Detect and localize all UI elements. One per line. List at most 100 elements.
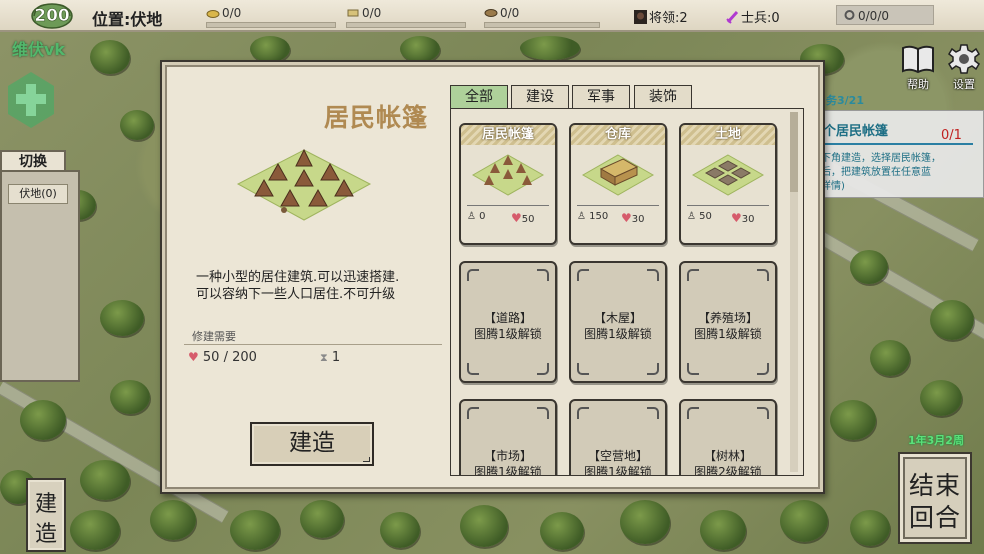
person-icon: ♙ — [467, 211, 476, 222]
card-population-value: 0 — [479, 211, 486, 222]
locked-condition: 图腾1级解锁 — [474, 465, 542, 476]
wood-icon — [347, 9, 359, 17]
locked-name: 【市场】 — [483, 449, 532, 463]
person-icon: ♙ — [687, 211, 696, 222]
end-turn-line-1: 结束 — [908, 471, 961, 500]
card-cost-value: 30 — [631, 214, 645, 225]
settings-button[interactable]: 设置 — [944, 42, 984, 92]
card-title: 居民帐篷 — [461, 125, 555, 145]
totem-icon[interactable] — [4, 70, 58, 130]
extra-value: 0/0/0 — [858, 9, 889, 23]
frame-corner — [537, 363, 549, 375]
gear-small-icon — [844, 10, 855, 20]
grain-icon — [206, 10, 220, 18]
locked-name: 【养殖场】 — [697, 311, 758, 325]
frame-corner — [647, 407, 659, 419]
locked-name: 【树林】 — [703, 449, 752, 463]
locked-name: 【空营地】 — [587, 449, 648, 463]
location-label: 位置:伏地 — [92, 10, 163, 29]
frame-corner — [537, 407, 549, 419]
land-button[interactable]: 伏地(0) — [8, 184, 68, 204]
locked-card-grove[interactable]: 【树林】 图腾2级解锁 — [679, 399, 777, 475]
grid-scrollbar[interactable] — [790, 112, 798, 472]
wood-value: 0/0 — [362, 6, 382, 20]
locked-condition: 图腾1级解锁 — [474, 327, 542, 341]
card-cost-value: 30 — [741, 214, 755, 225]
generals-value: 将领:2 — [649, 11, 688, 26]
tab-military[interactable]: 军事 — [572, 85, 630, 109]
card-population: ♙ 0 — [467, 211, 486, 222]
tab-construction[interactable]: 建设 — [511, 85, 569, 109]
switch-tab[interactable]: 切换 — [0, 150, 66, 172]
task-divider — [817, 143, 973, 145]
card-population-value: 50 — [699, 211, 712, 222]
card-divider — [577, 205, 659, 206]
frame-corner — [757, 269, 769, 281]
build-dialog: 居民帐篷 一种小型的居住建筑.可以迅速搭建. 可以容纳下一些人口居住.不可升级 … — [160, 60, 825, 494]
card-title: 土地 — [681, 125, 775, 145]
side-build-button[interactable]: 建 造 — [26, 478, 66, 552]
card-resident-tent[interactable]: 居民帐篷 ♙ 0 ♥50 — [459, 123, 557, 245]
sword-icon — [726, 10, 739, 24]
card-cost: ♥50 — [511, 211, 535, 225]
heart-icon: ♥ — [511, 211, 522, 225]
person-icon: ♙ — [577, 211, 586, 222]
build-button[interactable]: 建造 — [250, 422, 374, 466]
wood-bar — [346, 22, 466, 28]
locked-name: 【木屋】 — [593, 311, 642, 325]
locked-card-camp[interactable]: 【空营地】 图腾1级解锁 — [569, 399, 667, 475]
switch-body: 伏地(0) — [0, 170, 80, 382]
side-build-char-1: 建 — [34, 492, 57, 517]
heart-icon: ♥ — [731, 211, 742, 225]
task-progress: 0/1 — [941, 128, 962, 143]
task-title: 个居民帐篷 — [823, 124, 889, 139]
level-badge: 200 — [30, 2, 74, 30]
frame-corner — [687, 407, 699, 419]
help-button[interactable]: 帮助 — [898, 42, 938, 92]
switch-panel: 切换 伏地(0) — [0, 150, 80, 382]
warehouse-icon — [581, 154, 655, 196]
requirement-divider — [184, 344, 442, 345]
extra-stat: 0/0/0 — [836, 5, 934, 25]
locked-card-farm[interactable]: 【养殖场】 图腾1级解锁 — [679, 261, 777, 383]
frame-corner — [687, 363, 699, 375]
tents-icon — [471, 154, 545, 196]
settings-label: 设置 — [953, 78, 975, 91]
card-warehouse[interactable]: 仓库 ♙ 150 ♥30 — [569, 123, 667, 245]
tab-decoration[interactable]: 装饰 — [634, 85, 692, 109]
task-panel[interactable]: 个居民帐篷 0/1 下角建造，选择居民帐篷， 后，把建筑放置在任意蓝 详情) — [808, 110, 984, 198]
card-divider — [467, 205, 549, 206]
end-turn-line-2: 回合 — [908, 503, 961, 532]
frame-corner — [757, 363, 769, 375]
requirement-cost-value: 50 / 200 — [202, 350, 257, 365]
game-date: 1年3月2周 — [908, 434, 964, 447]
task-desc-line-2: 后，把建筑放置在任意蓝 — [821, 167, 931, 178]
requirement-label: 修建需要 — [192, 330, 236, 343]
soldiers-stat: 士兵:0 — [726, 7, 780, 26]
frame-corner — [647, 363, 659, 375]
building-grid[interactable]: 居民帐篷 ♙ 0 ♥50 仓库 ♙ 150 ♥30 土地 ♙ 50 ♥30 【道… — [450, 108, 804, 476]
scroll-thumb[interactable] — [790, 112, 798, 192]
grain-bar — [206, 22, 336, 28]
locked-card-market[interactable]: 【市场】 图腾1级解锁 — [459, 399, 557, 476]
detail-desc-line-2: 可以容纳下一些人口居住.不可升级 — [196, 287, 396, 302]
generals-stat: 将领:2 — [634, 7, 688, 26]
tab-all[interactable]: 全部 — [450, 85, 508, 109]
top-bar: 200 位置:伏地 0/0 0/0 0/0 将领:2 士兵:0 0/0/0 — [0, 0, 984, 32]
frame-corner — [647, 269, 659, 281]
locked-name: 【道路】 — [483, 311, 532, 325]
level-value: 200 — [34, 6, 70, 27]
locked-card-road[interactable]: 【道路】 图腾1级解锁 — [459, 261, 557, 383]
end-turn-button[interactable]: 结束 回合 — [898, 452, 972, 544]
frame-corner — [577, 407, 589, 419]
card-farmland[interactable]: 土地 ♙ 50 ♥30 — [679, 123, 777, 245]
card-cost-value: 50 — [521, 214, 535, 225]
farmland-icon — [691, 154, 765, 196]
hourglass-icon: ⧗ — [320, 351, 328, 364]
gear-icon — [948, 44, 980, 74]
frame-corner — [537, 269, 549, 281]
meat-value: 0/0 — [500, 6, 520, 20]
locked-card-cabin[interactable]: 【木屋】 图腾1级解锁 — [569, 261, 667, 383]
card-population-value: 150 — [589, 211, 609, 222]
tents-illustration-icon — [236, 148, 372, 221]
